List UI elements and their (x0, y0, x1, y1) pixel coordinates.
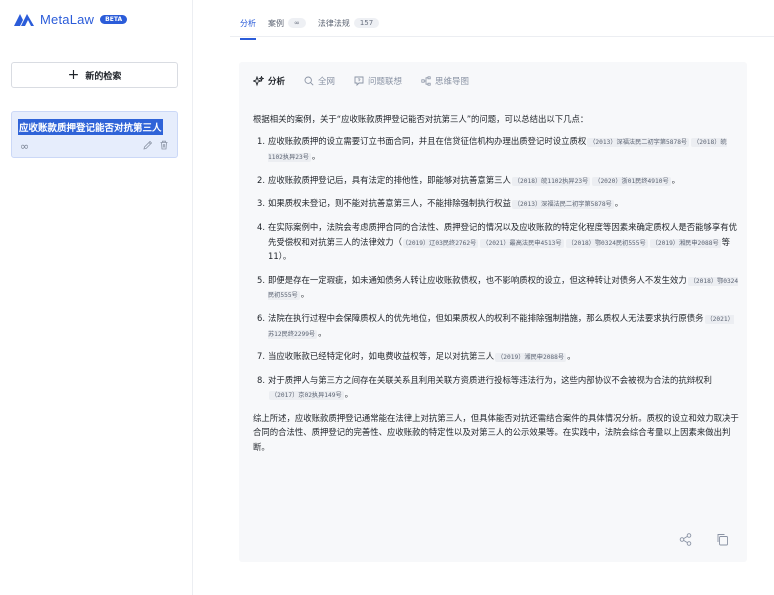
case-citation[interactable]: （2019）辽03民终2762号 (403, 238, 479, 248)
subtab-label: 思维导图 (435, 77, 470, 87)
new-search-button[interactable]: + 新的检索 (11, 62, 178, 88)
case-citation[interactable]: （2013）深福法民二初字第5878号 (511, 200, 614, 210)
subtab-label: 全网 (318, 77, 336, 87)
analysis-subtabs: 分析 全网 问题联想 思维导图 (253, 75, 469, 87)
beta-badge: BETA (100, 15, 128, 24)
subtab-related-questions[interactable]: 问题联想 (354, 75, 402, 87)
history-item[interactable]: 应收账款质押登记能否对抗第三人 ∞ (11, 111, 178, 158)
search-icon (304, 76, 314, 86)
list-item: 5. 即便是存在一定瑕疵，如未通知债务人转让应收账款债权，也不影响质权的设立，但… (257, 274, 739, 301)
tab-count: 157 (353, 18, 380, 28)
analysis-card: 分析 全网 问题联想 思维导图 根据相关的案例，关于“应收账款质押登记能否对抗第… (239, 62, 747, 562)
logo[interactable]: MetaLaw BETA (14, 12, 128, 27)
copy-icon[interactable] (716, 533, 729, 546)
case-citation[interactable]: （2018）皖1102执异23号 (511, 176, 591, 186)
delete-icon[interactable] (159, 140, 169, 150)
sidebar: MetaLaw BETA + 新的检索 应收账款质押登记能否对抗第三人 ∞ (0, 0, 193, 595)
analysis-intro: 根据相关的案例，关于“应收账款质押登记能否对抗第三人”的问题，可以总结出以下几点… (253, 114, 589, 124)
tab-analysis[interactable]: 分析 (240, 14, 256, 40)
history-item-title: 应收账款质押登记能否对抗第三人 (18, 119, 163, 135)
analysis-list: 1. 应收账款质押的设立需要订立书面合同，并且在信贷征信机构办理出质登记时设立质… (253, 134, 739, 402)
history-actions (143, 140, 169, 150)
tab-laws[interactable]: 法律法规 157 (317, 14, 380, 32)
subtab-mindmap[interactable]: 思维导图 (421, 75, 469, 87)
case-citation[interactable]: （2018）鄂0324民初555号 (565, 238, 648, 248)
list-item: 7. 当应收账款已经特定化时，如电费收益权等，足以对抗第三人 （2019）湘民申2… (257, 351, 576, 363)
subtab-label: 分析 (268, 77, 286, 87)
question-bubble-icon (354, 76, 364, 86)
edit-icon[interactable] (143, 140, 153, 150)
tab-label: 法律法规 (317, 18, 350, 28)
list-item: 3. 如果质权未登记，则不能对抗善意第三人，不能排除强制执行权益 （2013）深福… (257, 198, 624, 210)
plus-icon: + (67, 67, 80, 83)
subtab-analysis[interactable]: 分析 (253, 75, 285, 87)
case-citation[interactable]: （2020）浙01民终4910号 (592, 176, 671, 186)
tab-cases[interactable]: 案例 ∞ (268, 14, 306, 32)
case-citation[interactable]: （2019）湘民申2088号 (495, 353, 567, 363)
list-item: 8. 对于质押人与第三方之间存在关联关系且利用关联方资质进行投标等违法行为，这些… (257, 374, 712, 401)
infinity-icon: ∞ (20, 140, 30, 153)
tabs-divider (230, 36, 774, 37)
list-item: 1. 应收账款质押的设立需要订立书面合同，并且在信贷征信机构办理出质登记时设立质… (257, 136, 727, 163)
analysis-content: 根据相关的案例，关于“应收账款质押登记能否对抗第三人”的问题，可以总结出以下几点… (253, 112, 739, 454)
subtab-label: 问题联想 (368, 77, 403, 87)
case-citation[interactable]: （2019）湘民申2088号 (649, 238, 721, 248)
case-citation[interactable]: （2017）京02执异149号 (269, 391, 344, 401)
metalaw-logo-icon (14, 13, 34, 26)
list-item: 6. 法院在执行过程中会保障质权人的优先地位，但如果质权人的权利不能排除强制措施… (257, 312, 734, 339)
sparkle-icon (253, 75, 264, 86)
analysis-summary: 综上所述，应收账款质押登记通常能在法律上对抗第三人，但具体能否对抗还需结合案件的… (253, 413, 739, 452)
share-icon[interactable] (679, 533, 692, 546)
card-actions (679, 533, 729, 546)
case-citation[interactable]: （2021）最高法民申4513号 (480, 238, 564, 248)
brand-name: MetaLaw (40, 12, 95, 27)
list-item: 4. 在实际案例中，法院会考虑质押合同的合法性、质押登记的情况以及应收账款的特定… (257, 222, 737, 262)
tab-label: 分析 (240, 18, 256, 28)
tab-label: 案例 (268, 18, 284, 28)
new-search-label: 新的检索 (85, 71, 122, 82)
case-citation[interactable]: （2013）深福法民二初字第5878号 (587, 138, 690, 148)
result-tabs: 分析 案例 ∞ 法律法规 157 (240, 14, 380, 40)
mindmap-icon (421, 76, 431, 86)
list-item: 2. 应收账款质押登记后，具有法定的排他性，即能够对抗善意第三人 （2018）皖1… (257, 174, 681, 186)
tab-count: ∞ (288, 18, 306, 28)
subtab-web[interactable]: 全网 (304, 75, 335, 87)
